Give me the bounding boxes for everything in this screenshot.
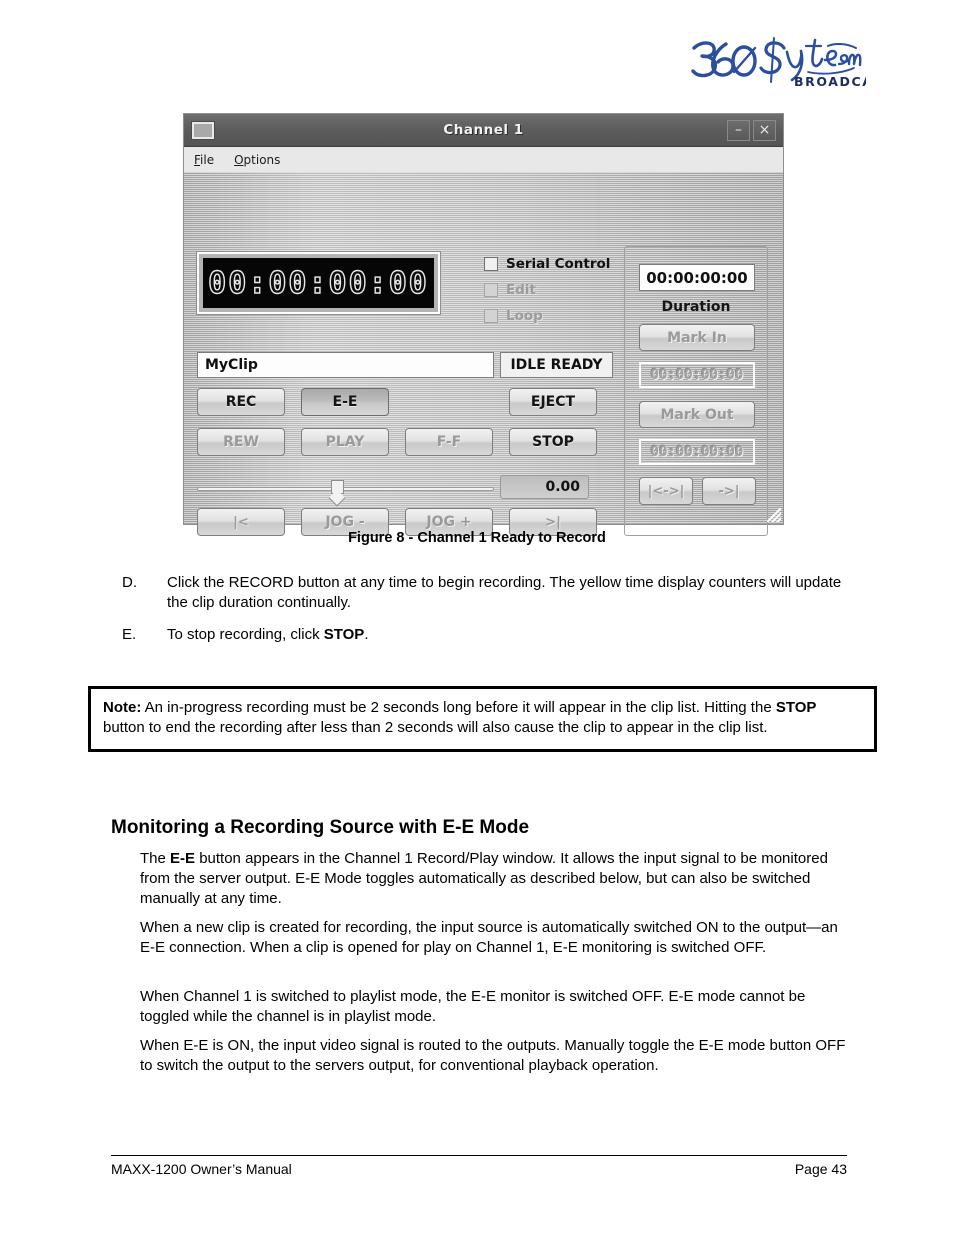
checkbox-label-loop: Loop	[506, 308, 543, 324]
play-button[interactable]: PLAY	[301, 428, 389, 456]
mark-out-button[interactable]: Mark Out	[639, 401, 755, 428]
timecode-display-screen: 00:00:00:00	[203, 258, 434, 308]
mark-in-button[interactable]: Mark In	[639, 324, 755, 351]
resize-grip[interactable]	[767, 508, 781, 522]
checkbox-loop[interactable]: Loop	[484, 308, 610, 324]
window-content-panel: 00:00:00:00 Serial Control Edit Loop MyC…	[184, 172, 783, 536]
company-logo: BROADCAST	[688, 34, 866, 90]
checkbox-label-serial-control: Serial Control	[506, 256, 611, 272]
note-part1: An in-progress recording must be 2 secon…	[141, 699, 776, 716]
mark-out-value: 00:00:00:00	[639, 439, 755, 465]
checkbox-serial-control[interactable]: Serial Control	[484, 256, 610, 272]
checkbox-box-serial-control[interactable]	[484, 257, 498, 271]
list-text: To stop recording, click STOP.	[167, 625, 847, 645]
list-text: Click the RECORD button at any time to b…	[167, 574, 842, 611]
paragraph-1-before: The	[140, 850, 171, 867]
paragraph-2: When a new clip is created for recording…	[140, 919, 838, 956]
checkbox-box-loop[interactable]	[484, 309, 498, 323]
paragraph-4: When E-E is ON, the input video signal i…	[140, 1037, 846, 1074]
footer-page-number: Page 43	[794, 1161, 847, 1177]
section-heading: Monitoring a Recording Source with E-E M…	[111, 817, 530, 838]
rew-button[interactable]: REW	[197, 428, 285, 456]
system-menu-icon[interactable]	[192, 121, 214, 139]
note-label: Note:	[103, 699, 142, 716]
logo-subtext: BROADCAST	[794, 74, 866, 89]
speed-value-field: 0.00	[500, 475, 589, 499]
eject-button[interactable]: EJECT	[509, 388, 597, 416]
paragraph-1-after: button appears in the Channel 1 Record/P…	[140, 850, 828, 907]
mark-range-button[interactable]: |<->|	[639, 477, 693, 505]
window-title: Channel 1	[443, 122, 524, 138]
note-bold1: STOP	[775, 699, 817, 716]
checkbox-label-edit: Edit	[506, 282, 536, 298]
list-marker: E.	[122, 626, 137, 643]
window-titlebar[interactable]: Channel 1 – ×	[184, 114, 783, 147]
close-button[interactable]: ×	[753, 119, 776, 141]
jog-shuttle-slider[interactable]	[197, 478, 494, 500]
rec-button[interactable]: REC	[197, 388, 285, 416]
footer-manual-title: MAXX-1200 Owner’s Manual	[111, 1161, 292, 1177]
window-controls: – ×	[727, 119, 776, 141]
checkbox-box-edit[interactable]	[484, 283, 498, 297]
paragraph-1-bold: E-E	[170, 850, 196, 867]
note-box: Note: An in-progress recording must be 2…	[88, 686, 877, 752]
list-marker: D.	[122, 574, 137, 591]
menu-item-options[interactable]: Options	[234, 153, 280, 167]
ee-button[interactable]: E-E	[301, 388, 389, 416]
duration-value: 00:00:00:00	[639, 264, 755, 291]
list-text-before: To stop recording, click	[167, 626, 324, 643]
clip-name-input[interactable]: MyClip	[197, 352, 494, 378]
menu-bar: File Options	[184, 147, 783, 173]
list-text-after: .	[364, 626, 369, 643]
minimize-button[interactable]: –	[727, 119, 750, 141]
timecode-value: 00:00:00:00	[207, 265, 429, 301]
instruction-list: D. Click the RECORD button at any time t…	[122, 573, 847, 657]
slider-track	[197, 487, 494, 491]
figure-caption: Figure 8 - Channel 1 Ready to Record	[348, 530, 606, 546]
channel-1-window: Channel 1 – × File Options 00:00:00:00 S…	[183, 113, 784, 536]
mark-in-value: 00:00:00:00	[639, 362, 755, 388]
goto-mark-out-button[interactable]: ->|	[702, 477, 756, 505]
menu-item-file[interactable]: File	[194, 153, 214, 167]
ff-button[interactable]: F-F	[405, 428, 493, 456]
timecode-display: 00:00:00:00	[197, 252, 440, 314]
list-item: E. To stop recording, click STOP.	[122, 625, 847, 645]
status-badge: IDLE READY	[500, 352, 613, 378]
paragraph-3: When Channel 1 is switched to playlist m…	[140, 988, 806, 1025]
list-item: D. Click the RECORD button at any time t…	[122, 573, 847, 613]
checkbox-edit[interactable]: Edit	[484, 282, 610, 298]
list-text-bold: STOP	[323, 626, 365, 643]
stop-button[interactable]: STOP	[509, 428, 597, 456]
note-part2: button to end the recording after less t…	[103, 719, 768, 736]
footer-divider	[111, 1155, 847, 1156]
mode-checkbox-group: Serial Control Edit Loop	[484, 256, 610, 324]
slider-thumb[interactable]	[330, 480, 344, 494]
duration-label: Duration	[661, 299, 731, 315]
paragraph-1: The E-E button appears in the Channel 1 …	[140, 849, 847, 909]
